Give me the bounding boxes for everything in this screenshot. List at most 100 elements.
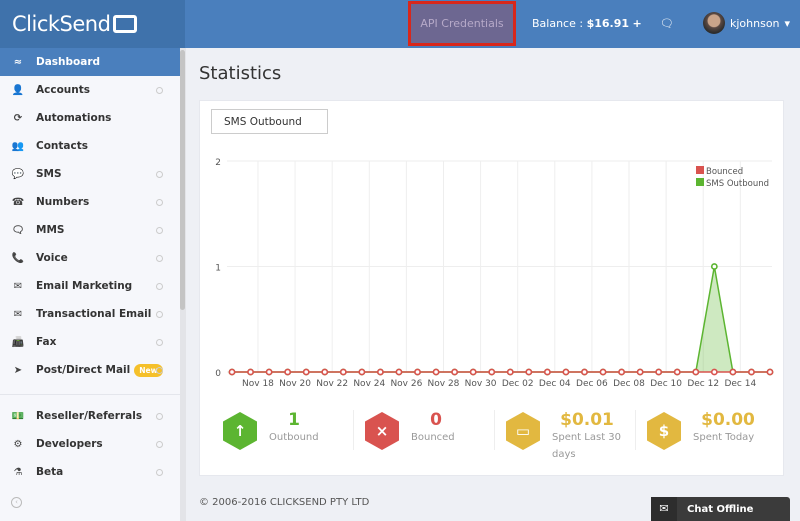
sidebar-item-label: Voice — [36, 252, 68, 264]
data-point — [729, 368, 737, 376]
x-tick-label: Dec 12 — [687, 379, 719, 389]
stat-divider — [353, 410, 354, 450]
legend-swatch — [696, 166, 704, 174]
status-dot-icon — [156, 86, 163, 94]
series-line — [232, 266, 770, 373]
sidebar-item-label: Numbers — [36, 196, 90, 208]
legend-label: Bounced — [706, 167, 743, 177]
sidebar-item-label: Developers — [36, 438, 103, 450]
contacts-icon: 👥 — [11, 140, 25, 152]
legend-swatch — [696, 178, 704, 186]
data-point — [581, 368, 588, 376]
add-funds-icon[interactable]: + — [633, 17, 642, 30]
data-point — [618, 368, 625, 376]
email-marketing-icon: ✉ — [13, 280, 23, 292]
copyright: © 2006-2016 CLICKSEND PTY LTD — [199, 497, 370, 508]
sidebar-item-beta[interactable]: ⚗ Beta — [0, 458, 180, 486]
statistics-chart: 0 1 2 Nov 18 Nov 20 Nov 22 Nov 24 Nov 26 Nov 28 N… — [215, 158, 774, 389]
sidebar-item-mms[interactable]: 🗨 MMS — [0, 216, 180, 244]
x-tick-label: Nov 20 — [279, 379, 311, 389]
sidebar-item-label: Contacts — [36, 140, 88, 152]
data-point — [748, 368, 755, 376]
sidebar-item-post-direct-mail[interactable]: ➤ Post/Direct Mail New — [0, 356, 180, 384]
balance-label: Balance : — [532, 17, 584, 30]
x-tick-label: Dec 14 — [724, 379, 756, 389]
chevron-down-icon: ▾ — [784, 16, 791, 30]
numbers-icon: ☎ — [11, 196, 25, 208]
sidebar-item-voice[interactable]: 📞 Voice — [0, 244, 180, 272]
stat-value: 0 — [430, 410, 442, 430]
stat-value: $0.00 — [701, 410, 755, 430]
balance[interactable]: Balance : $16.91 + — [532, 17, 642, 30]
sidebar-item-sms[interactable]: 💬 SMS — [0, 160, 180, 188]
user-menu[interactable]: kjohnson ▾ — [703, 12, 790, 34]
data-point — [377, 368, 384, 376]
clicksend-logo[interactable]: ClickSend — [0, 0, 185, 48]
x-tick-label: Dec 08 — [613, 379, 645, 389]
y-tick-label: 2 — [215, 158, 221, 168]
post-direct-mail-icon: ➤ — [13, 364, 23, 376]
automations-icon: ⟳ — [13, 112, 23, 124]
data-point — [710, 368, 718, 376]
data-point — [562, 368, 570, 376]
data-point — [692, 368, 700, 376]
sidebar-item-dashboard[interactable]: ≈ Dashboard — [0, 48, 180, 76]
stat-value: 1 — [288, 410, 300, 430]
status-dot-icon — [156, 310, 163, 318]
voice-icon: 📞 — [11, 252, 25, 264]
data-point — [710, 263, 718, 270]
data-point — [414, 368, 421, 376]
x-tick-label: Dec 04 — [539, 379, 571, 389]
sidebar-scrollbar[interactable] — [180, 48, 186, 521]
stat-label: Outbound — [269, 432, 319, 443]
sidebar-item-numbers[interactable]: ☎ Numbers — [0, 188, 180, 216]
sidebar-item-label: Beta — [36, 466, 64, 478]
status-dot-icon — [156, 412, 163, 420]
envelope-icon: ✉ — [651, 497, 677, 521]
y-tick-label: 1 — [215, 264, 221, 274]
status-dot-icon — [156, 366, 163, 374]
top-header: ClickSend API Credentials Balance : $16.… — [0, 0, 800, 48]
data-point — [284, 368, 292, 376]
sidebar-item-label: MMS — [36, 224, 65, 236]
sidebar-item-label: Fax — [36, 336, 57, 348]
data-point — [432, 368, 440, 376]
sidebar-item-label: Accounts — [36, 84, 91, 96]
sidebar-item-automations[interactable]: ⟳ Automations — [0, 104, 180, 132]
x-tick-label: Nov 24 — [353, 379, 385, 389]
status-dot-icon — [156, 338, 163, 346]
data-point — [339, 368, 347, 376]
mms-icon: 🗨 — [11, 224, 25, 236]
data-point — [469, 368, 477, 376]
stat-divider — [494, 410, 495, 450]
accounts-icon: 👤 — [11, 84, 25, 96]
status-dot-icon — [156, 226, 163, 234]
sidebar-item-transactional-email[interactable]: ✉ Transactional Email — [0, 300, 180, 328]
api-credentials-link[interactable]: API Credentials — [408, 1, 516, 46]
sidebar-item-accounts[interactable]: 👤 Accounts — [0, 76, 180, 104]
developers-icon: ⚙ — [13, 438, 23, 450]
x-tick-label: Nov 22 — [316, 379, 348, 389]
fax-icon: 📠 — [11, 336, 25, 348]
sidebar-item-developers[interactable]: ⚙ Developers — [0, 430, 180, 458]
sidebar-item-fax[interactable]: 📠 Fax — [0, 328, 180, 356]
chart-type-select[interactable]: SMS Outbound — [211, 109, 328, 134]
logo-text: ClickSend — [12, 12, 111, 36]
stat-value: $0.01 — [560, 410, 614, 430]
collapse-sidebar-icon[interactable]: ‹ — [11, 497, 22, 508]
page-title: Statistics — [199, 63, 282, 84]
data-point — [247, 368, 254, 376]
sidebar-item-email-marketing[interactable]: ✉ Email Marketing — [0, 272, 180, 300]
chat-offline-button[interactable]: ✉ Chat Offline — [651, 497, 790, 521]
chat-bubble-logo-icon — [113, 15, 138, 33]
stat-label: Bounced — [411, 432, 455, 443]
data-point — [228, 368, 236, 376]
data-point — [636, 368, 644, 376]
reseller-referrals-icon: 💵 — [11, 410, 25, 422]
speech-bubble-icon[interactable]: 🗨 — [660, 17, 674, 30]
sidebar-item-reseller-referrals[interactable]: 💵 Reseller/Referrals — [0, 402, 180, 430]
data-point — [395, 368, 403, 376]
sidebar-item-contacts[interactable]: 👥 Contacts — [0, 132, 180, 160]
data-point — [543, 368, 551, 376]
sidebar-divider — [0, 394, 180, 395]
